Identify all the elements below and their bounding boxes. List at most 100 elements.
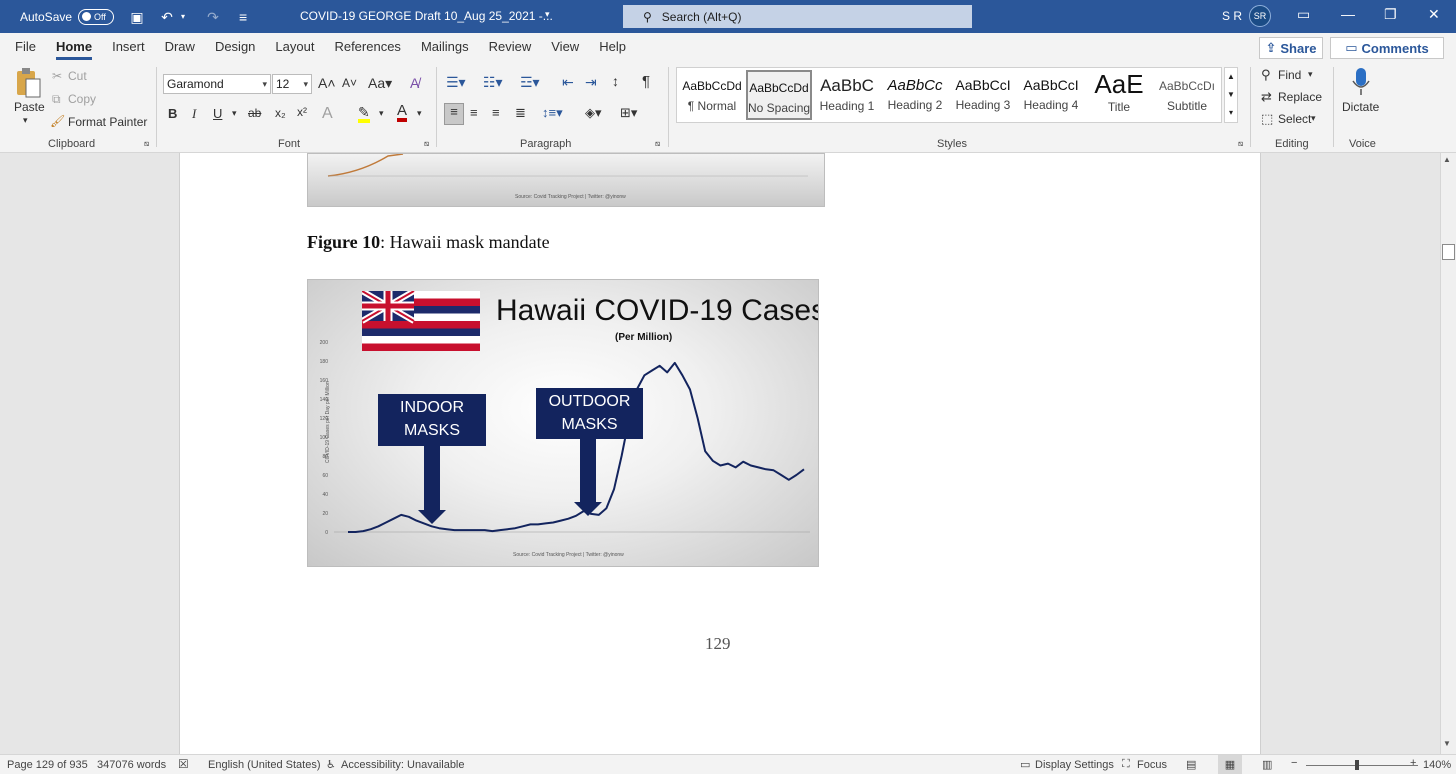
- styles-scroll[interactable]: ▲ ▼ ▾: [1224, 67, 1238, 123]
- zoom-level[interactable]: 140%: [1423, 759, 1451, 771]
- font-family-select[interactable]: Garamond ▾: [163, 74, 271, 94]
- language[interactable]: English (United States): [208, 759, 321, 771]
- clipboard-launcher-icon[interactable]: ⧅: [144, 139, 149, 149]
- find-button[interactable]: Find: [1278, 68, 1301, 82]
- document-title[interactable]: COVID-19 GEORGE Draft 10_Aug 25_2021 -..…: [300, 9, 553, 23]
- document-page[interactable]: Source: Covid Tracking Project | Twitter…: [179, 153, 1261, 754]
- scroll-up-icon[interactable]: ▲: [1443, 155, 1451, 164]
- restore-icon[interactable]: ❐: [1384, 6, 1397, 23]
- redo-icon[interactable]: ↷: [206, 10, 220, 24]
- style-heading-4[interactable]: AaBbCcI Heading 4: [1018, 70, 1084, 120]
- copy-button[interactable]: Copy: [68, 92, 96, 106]
- align-left-icon[interactable]: ≡: [444, 103, 464, 125]
- styles-launcher-icon[interactable]: ⧅: [1238, 139, 1243, 149]
- strikethrough-icon[interactable]: ab: [248, 106, 261, 120]
- print-layout-icon[interactable]: ▦: [1218, 755, 1242, 774]
- tab-home[interactable]: Home: [46, 33, 102, 61]
- style-subtitle[interactable]: AaBbCcDı Subtitle: [1154, 70, 1220, 120]
- underline-icon[interactable]: U: [213, 106, 222, 121]
- style-title[interactable]: AaE Title: [1086, 70, 1152, 120]
- clear-formatting-icon[interactable]: A̸: [410, 75, 419, 91]
- increase-indent-icon[interactable]: ⇥: [585, 74, 597, 91]
- justify-icon[interactable]: ≣: [515, 105, 526, 121]
- word-count[interactable]: 347076 words: [97, 759, 166, 771]
- numbering-icon[interactable]: ☷▾: [483, 74, 503, 91]
- borders-icon[interactable]: ⊞▾: [620, 105, 637, 121]
- read-mode-icon[interactable]: ▤: [1186, 758, 1196, 771]
- italic-icon[interactable]: I: [192, 106, 196, 122]
- tab-draw[interactable]: Draw: [155, 33, 205, 61]
- zoom-slider[interactable]: [1306, 765, 1418, 766]
- title-dropdown-icon[interactable]: ▾: [545, 9, 550, 20]
- shrink-font-icon[interactable]: A˅: [342, 76, 357, 90]
- vertical-scrollbar[interactable]: ▲ ▼: [1440, 153, 1456, 754]
- find-dropdown-icon[interactable]: ▾: [1308, 69, 1313, 80]
- tab-insert[interactable]: Insert: [102, 33, 155, 61]
- ribbon-display-icon[interactable]: ▭: [1297, 6, 1310, 23]
- change-case-icon[interactable]: Aa▾: [368, 75, 392, 92]
- zoom-out-icon[interactable]: −: [1291, 757, 1297, 769]
- line-spacing-icon[interactable]: ↕≡▾: [542, 105, 563, 121]
- sort-icon[interactable]: ↕: [612, 73, 619, 89]
- tab-mailings[interactable]: Mailings: [411, 33, 479, 61]
- save-icon[interactable]: ▣: [130, 10, 144, 24]
- zoom-in-icon[interactable]: +: [1410, 757, 1416, 769]
- align-center-icon[interactable]: ≡: [470, 105, 478, 120]
- proofing-icon[interactable]: ☒: [178, 757, 189, 771]
- autosave-toggle[interactable]: Off: [78, 8, 115, 25]
- web-layout-icon[interactable]: ▥: [1262, 758, 1272, 771]
- avatar[interactable]: SR: [1249, 5, 1271, 27]
- share-button[interactable]: ⇪ Share: [1259, 37, 1323, 59]
- multilevel-list-icon[interactable]: ☲▾: [520, 74, 540, 91]
- style-heading-2[interactable]: AaBbCc Heading 2: [882, 70, 948, 120]
- align-right-icon[interactable]: ≡: [492, 105, 500, 120]
- tab-references[interactable]: References: [324, 33, 410, 61]
- customize-qat-icon[interactable]: ≡: [236, 10, 250, 24]
- grow-font-icon[interactable]: A˄: [318, 75, 336, 91]
- format-painter-button[interactable]: Format Painter: [68, 115, 147, 129]
- decrease-indent-icon[interactable]: ⇤: [562, 74, 574, 91]
- search-box[interactable]: ⚲ Search (Alt+Q): [623, 5, 972, 28]
- tab-design[interactable]: Design: [205, 33, 265, 61]
- hawaii-chart-image[interactable]: Hawaii COVID-19 Cases (Per Million) COVI…: [307, 279, 819, 567]
- style-no-spacing[interactable]: AaBbCcDd No Spacing: [746, 70, 812, 120]
- comments-button[interactable]: ▭ Comments: [1330, 37, 1444, 59]
- tab-file[interactable]: File: [0, 33, 46, 61]
- replace-button[interactable]: Replace: [1278, 90, 1322, 104]
- minimize-icon[interactable]: —: [1341, 6, 1355, 22]
- text-effects-icon[interactable]: A: [322, 105, 333, 123]
- display-settings[interactable]: Display Settings: [1035, 759, 1114, 771]
- paste-icon[interactable]: [14, 67, 42, 99]
- accessibility-status[interactable]: Accessibility: Unavailable: [341, 759, 465, 771]
- style-normal[interactable]: AaBbCcDd ¶ Normal: [679, 70, 745, 120]
- paste-dropdown-icon[interactable]: ▾: [23, 115, 28, 126]
- style-heading-3[interactable]: AaBbCcI Heading 3: [950, 70, 1016, 120]
- paragraph-launcher-icon[interactable]: ⧅: [655, 139, 660, 149]
- font-color-dropdown-icon[interactable]: ▾: [417, 108, 422, 119]
- bullets-icon[interactable]: ☰▾: [446, 74, 466, 91]
- style-heading-1[interactable]: AaBbC Heading 1: [814, 70, 880, 120]
- undo-dropdown-icon[interactable]: ▾: [176, 10, 190, 24]
- font-size-select[interactable]: 12 ▾: [272, 74, 312, 94]
- highlight-icon[interactable]: ✎: [358, 105, 370, 123]
- focus-button[interactable]: Focus: [1137, 759, 1167, 771]
- document-area[interactable]: Source: Covid Tracking Project | Twitter…: [0, 153, 1440, 754]
- microphone-icon[interactable]: [1351, 67, 1371, 100]
- undo-icon[interactable]: ↶: [160, 10, 174, 24]
- close-icon[interactable]: ✕: [1428, 6, 1440, 23]
- superscript-icon[interactable]: x²: [297, 105, 307, 119]
- subscript-icon[interactable]: x₂: [275, 106, 286, 120]
- chevron-up-icon[interactable]: ▲: [1225, 68, 1237, 86]
- more-styles-icon[interactable]: ▾: [1225, 104, 1237, 122]
- select-button[interactable]: Select: [1278, 112, 1311, 126]
- page-count[interactable]: Page 129 of 935: [7, 759, 88, 771]
- underline-dropdown-icon[interactable]: ▾: [232, 108, 237, 119]
- cut-button[interactable]: Cut: [68, 69, 87, 83]
- scroll-down-icon[interactable]: ▼: [1443, 739, 1451, 748]
- paste-button[interactable]: Paste: [14, 100, 45, 114]
- tab-layout[interactable]: Layout: [265, 33, 324, 61]
- tab-help[interactable]: Help: [589, 33, 636, 61]
- chevron-down-icon[interactable]: ▼: [1225, 86, 1237, 104]
- highlight-dropdown-icon[interactable]: ▾: [379, 108, 384, 119]
- tab-view[interactable]: View: [541, 33, 589, 61]
